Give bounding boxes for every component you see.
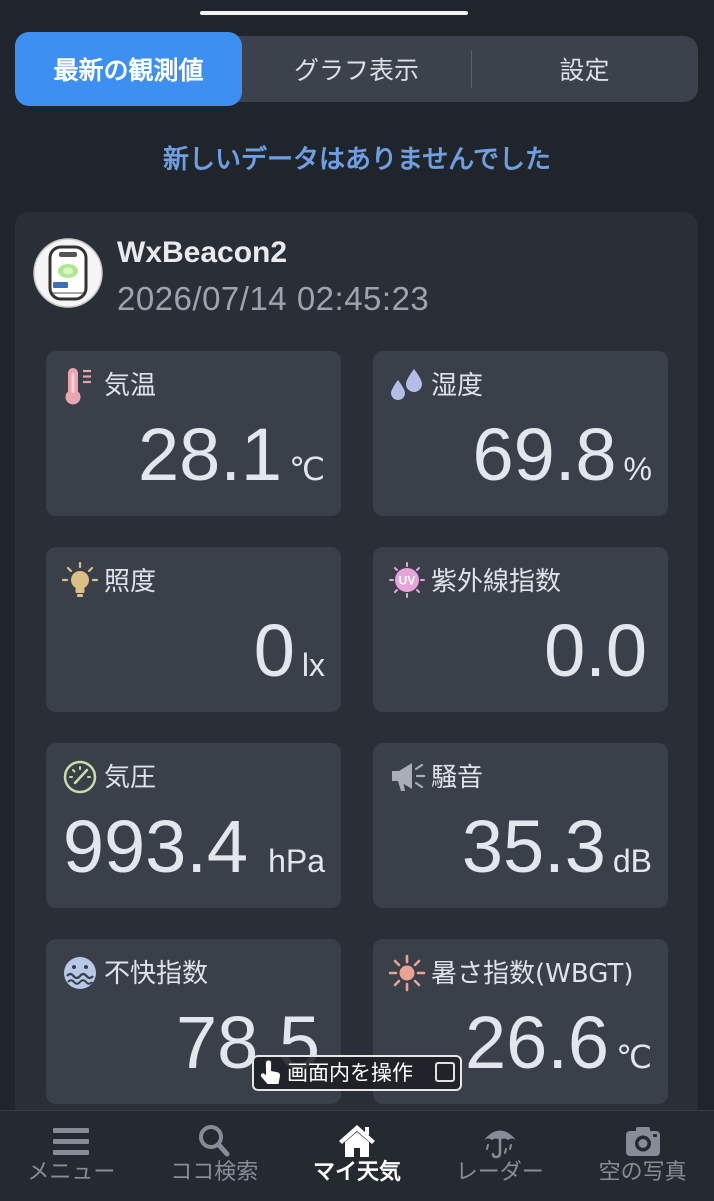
wxbeacon-device-icon: [33, 238, 103, 308]
reading-value: 69.8: [472, 413, 617, 496]
reading-label: 紫外線指数: [431, 567, 562, 597]
light-bulb-icon: [62, 562, 99, 597]
nav-item-label: メニュー: [27, 1160, 116, 1185]
reading-value-row: 69.8 %: [473, 417, 652, 493]
pressure-gauge-icon: [63, 760, 97, 794]
screen-operation-checkbox[interactable]: [435, 1062, 455, 1082]
reading-unit: %: [623, 451, 652, 487]
nav-item-label: レーダー: [455, 1160, 544, 1185]
reading-tile-humidity: 湿度 69.8 %: [373, 351, 668, 516]
reading-label: 騒音: [431, 763, 484, 793]
reading-tile-temperature: 気温 28.1 ℃: [46, 351, 341, 516]
view-tabs: グラフ表示 設定 最新の観測値: [15, 32, 698, 106]
reading-tile-illuminance: 照度 0 lx: [46, 547, 341, 712]
hamburger-menu-icon: [53, 1128, 90, 1155]
camera-icon: [625, 1127, 660, 1156]
reading-label: 照度: [104, 567, 157, 597]
reading-unit: lx: [301, 647, 325, 683]
tab-graph[interactable]: グラフ表示: [242, 36, 471, 102]
uv-icon: UV: [389, 562, 425, 598]
nav-item-label: マイ天気: [312, 1160, 401, 1185]
nav-item-search[interactable]: ココ検索: [143, 1111, 286, 1201]
reading-label: 暑さ指数(WBGT): [431, 959, 634, 989]
reading-value-row: 0.0: [544, 613, 647, 689]
status-message: 新しいデータはありませんでした: [163, 145, 551, 175]
device-name: WxBeacon2: [117, 236, 288, 269]
reading-unit: ℃: [289, 451, 325, 487]
nav-item-label: ココ検索: [170, 1160, 259, 1185]
reading-tile-pressure: 気圧 993.4 hPa: [46, 743, 341, 908]
nav-item-sky-photos[interactable]: 空の写真: [571, 1111, 714, 1201]
umbrella-icon: [483, 1130, 516, 1159]
heat-sun-icon: [389, 954, 426, 992]
reading-tile-noise: 騒音 35.3 dB: [373, 743, 668, 908]
top-indicator-bar: [200, 11, 468, 15]
screen-operation-toggle[interactable]: 画面内を操作: [252, 1055, 462, 1091]
observation-timestamp: 2026/07/14 02:45:23: [117, 280, 430, 317]
reading-value: 35.3: [461, 805, 606, 888]
reading-value-row: 26.6 ℃: [465, 1005, 652, 1081]
reading-tile-uv-index: UV 紫外線指数 0.0: [373, 547, 668, 712]
tab-settings[interactable]: 設定: [471, 36, 698, 102]
reading-value: 0: [253, 609, 295, 692]
nav-item-my-weather[interactable]: マイ天気: [286, 1111, 429, 1201]
reading-value: 993.4: [62, 805, 249, 888]
reading-label: 気温: [104, 371, 157, 401]
reading-label: 気圧: [104, 763, 157, 793]
thermometer-icon: [65, 368, 91, 405]
pointing-hand-icon: [260, 1060, 281, 1084]
reading-unit: ℃: [616, 1039, 652, 1075]
home-icon: [338, 1125, 375, 1157]
reading-value: 0.0: [544, 609, 647, 692]
reading-value-row: 993.4 hPa: [63, 809, 325, 885]
reading-value: 26.6: [465, 1001, 610, 1084]
reading-label: 湿度: [431, 371, 484, 401]
nav-item-menu[interactable]: メニュー: [0, 1111, 143, 1201]
megaphone-icon: [392, 763, 426, 791]
reading-value-row: 35.3 dB: [462, 809, 652, 885]
search-icon: [199, 1125, 230, 1157]
screen-operation-label: 画面内を操作: [287, 1061, 413, 1085]
reading-value-row: 28.1 ℃: [138, 417, 325, 493]
uv-icon-text: UV: [399, 574, 416, 588]
humidity-drops-icon: [391, 369, 422, 400]
nav-item-radar[interactable]: レーダー: [428, 1111, 571, 1201]
nav-item-label: 空の写真: [598, 1160, 687, 1185]
reading-value-row: 0 lx: [254, 613, 325, 689]
reading-label: 不快指数: [104, 959, 209, 989]
reading-unit: hPa: [268, 843, 325, 879]
tab-latest-observations[interactable]: 最新の観測値: [15, 32, 242, 106]
reading-value: 28.1: [138, 413, 283, 496]
discomfort-index-icon: [64, 957, 96, 989]
bottom-navigation: メニュー ココ検索 マイ天気 レーダー 空の写真: [0, 1110, 714, 1201]
reading-unit: dB: [612, 843, 652, 879]
